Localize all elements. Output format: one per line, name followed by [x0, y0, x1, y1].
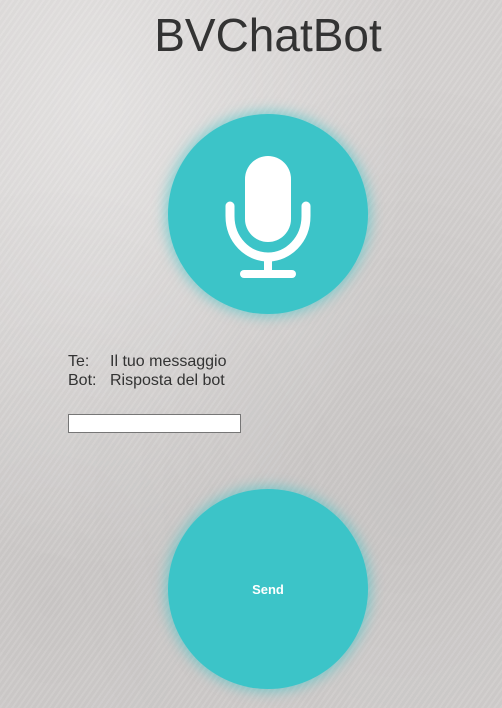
user-message: Il tuo messaggio	[110, 353, 227, 370]
send-button[interactable]: Send	[168, 489, 368, 689]
message-input[interactable]	[68, 414, 241, 433]
user-message-row: Te: Il tuo messaggio	[68, 352, 227, 371]
bot-label: Bot:	[68, 372, 97, 389]
page-title: BVChatBot	[154, 9, 382, 61]
microphone-icon	[225, 156, 311, 278]
chat-log: Te: Il tuo messaggio Bot: Risposta del bot	[68, 352, 227, 390]
user-label: Te:	[68, 353, 90, 370]
bot-message-row: Bot: Risposta del bot	[68, 371, 227, 390]
microphone-button[interactable]	[168, 114, 368, 314]
bot-message: Risposta del bot	[110, 372, 225, 389]
